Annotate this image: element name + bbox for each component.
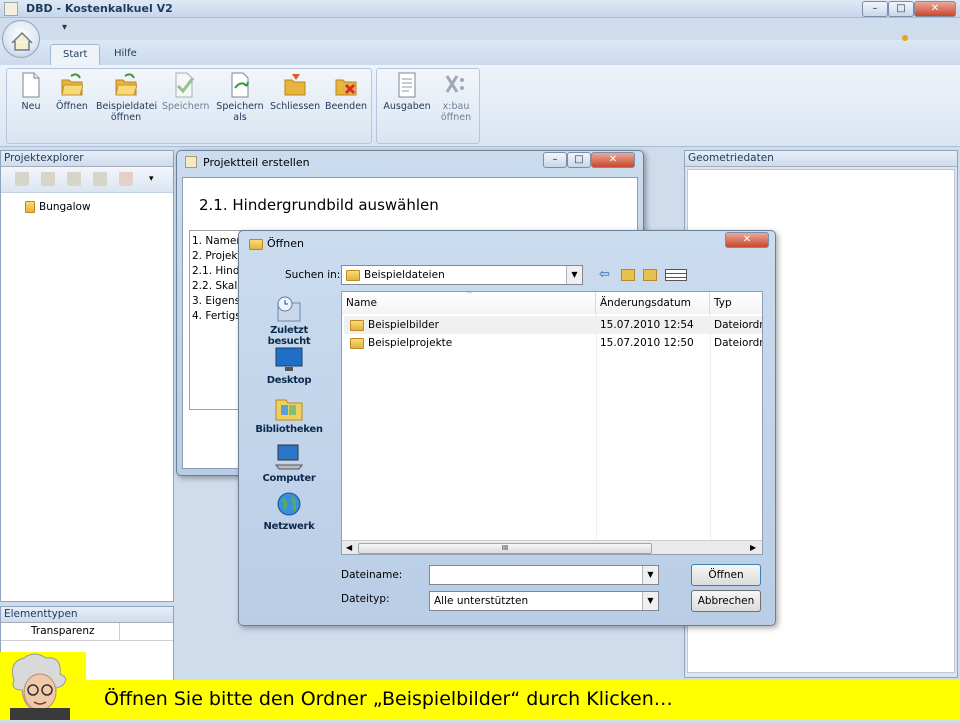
place-network[interactable]: Netzwerk — [249, 491, 329, 532]
maximize-button[interactable]: □ — [567, 152, 591, 168]
dialog-folder-icon — [249, 237, 263, 250]
computer-icon — [275, 444, 303, 470]
projektexplorer-title: Projektexplorer — [1, 151, 173, 167]
house-icon — [11, 31, 33, 51]
desktop-icon — [275, 347, 303, 371]
horizontal-scrollbar[interactable]: ◀ III ▶ — [342, 540, 762, 554]
lookin-label: Suchen in: — [285, 269, 341, 281]
open-button[interactable]: Öffnen — [50, 70, 94, 134]
close-folder-icon — [284, 74, 306, 96]
toolbar-icon[interactable] — [93, 172, 107, 186]
minimize-button[interactable]: – — [862, 1, 888, 17]
open-example-button[interactable]: Beispieldatei öffnen — [96, 70, 157, 134]
libraries-icon — [275, 399, 303, 421]
new-document-icon — [22, 72, 40, 98]
professor-avatar — [0, 652, 86, 720]
projektteil-title: Projektteil erstellen — [203, 156, 310, 169]
open-folder-icon — [115, 73, 137, 96]
professor-avatar-icon — [10, 653, 70, 720]
projektexplorer-panel: Projektexplorer ▾ Bungalow — [0, 150, 174, 602]
app-title: DBD - Kostenkalkuel V2 — [26, 2, 173, 15]
exit-button[interactable]: Beenden — [324, 70, 368, 134]
chevron-down-icon: ▼ — [642, 592, 658, 610]
cancel-button[interactable]: Abbrechen — [691, 590, 761, 612]
filename-label: Dateiname: — [341, 569, 403, 581]
toolbar-icon[interactable] — [67, 172, 81, 186]
output-button[interactable]: Ausgaben — [382, 70, 432, 134]
place-recent[interactable]: Zuletzt besucht — [249, 295, 329, 347]
chevron-down-icon: ▼ — [566, 266, 582, 284]
file-list: Name ^ Änderungsdatum Typ Beispielbilder… — [341, 291, 763, 555]
step-heading: 2.1. Hindergrundbild auswählen — [199, 196, 439, 214]
new-button[interactable]: Neu — [9, 70, 53, 134]
save-as-icon — [231, 72, 249, 98]
chevron-down-icon: ▼ — [642, 566, 658, 584]
xbau-icon — [445, 75, 464, 93]
place-desktop[interactable]: Desktop — [249, 345, 329, 386]
column-header-type[interactable]: Typ — [710, 292, 762, 314]
dialog-close-button[interactable]: ✕ — [725, 232, 769, 248]
scroll-left-icon[interactable]: ◀ — [346, 543, 352, 552]
column-header-date[interactable]: Änderungsdatum — [596, 292, 710, 314]
view-menu-icon[interactable] — [665, 269, 687, 281]
place-computer[interactable]: Computer — [249, 443, 329, 484]
open-dialog: Öffnen ✕ Suchen in: Beispieldateien ▼ ⇦ … — [238, 230, 776, 626]
tree-item-bungalow[interactable]: Bungalow — [1, 193, 173, 213]
network-icon — [277, 492, 301, 516]
place-libraries[interactable]: Bibliotheken — [249, 394, 329, 435]
folder-icon — [25, 201, 35, 213]
chevron-down-icon[interactable]: ▾ — [149, 174, 154, 184]
folder-icon — [350, 337, 364, 349]
instruction-text: Öffnen Sie bitte den Ordner „Beispielbil… — [104, 688, 673, 710]
toolbar-icon[interactable] — [41, 172, 55, 186]
maximize-button[interactable]: □ — [888, 1, 914, 17]
scroll-thumb[interactable]: III — [358, 543, 652, 554]
column-transparenz[interactable]: Transparenz — [31, 625, 95, 637]
new-folder-icon[interactable] — [643, 269, 657, 281]
geometriedaten-title: Geometriedaten — [685, 151, 957, 167]
save-as-button[interactable]: Speichern als — [214, 70, 266, 134]
tab-hilfe[interactable]: Hilfe — [102, 44, 149, 66]
tab-start[interactable]: Start — [50, 44, 101, 66]
open-button[interactable]: Öffnen — [691, 564, 761, 586]
qat-dropdown[interactable]: ▾ — [62, 22, 67, 33]
filetype-select[interactable]: Alle unterstützten ▼ — [429, 591, 659, 611]
minimize-button[interactable]: – — [543, 152, 567, 168]
toolbar-icon[interactable] — [15, 172, 29, 186]
exit-icon — [335, 79, 357, 96]
xbau-open-button[interactable]: x:bau öffnen — [434, 70, 478, 134]
close-button[interactable]: ✕ — [591, 152, 635, 168]
elementtypen-title: Elementtypen — [1, 607, 173, 623]
folder-icon — [346, 269, 360, 281]
close-document-button[interactable]: Schliessen — [270, 70, 320, 134]
sort-arrow-icon: ^ — [466, 291, 473, 299]
file-row-beispielbilder[interactable]: Beispielbilder 15.07.2010 12:54 Dateiord… — [344, 316, 762, 334]
dialog-title: Öffnen — [267, 237, 304, 250]
application-menu-orb[interactable] — [2, 20, 40, 58]
filename-input[interactable]: ▼ — [429, 565, 659, 585]
save-button[interactable]: Speichern — [162, 70, 209, 134]
toolbar-icon[interactable] — [119, 172, 133, 186]
projektexplorer-toolbar: ▾ — [1, 167, 173, 193]
close-button[interactable]: ✕ — [914, 1, 956, 17]
save-check-icon — [175, 72, 195, 98]
up-folder-icon[interactable] — [621, 269, 635, 281]
file-row-beispielprojekte[interactable]: Beispielprojekte 15.07.2010 12:50 Dateio… — [344, 334, 762, 352]
scroll-right-icon[interactable]: ▶ — [750, 543, 756, 552]
window-icon — [185, 156, 197, 168]
output-document-icon — [398, 72, 416, 98]
folder-icon — [350, 319, 364, 331]
help-dot-icon — [902, 35, 908, 41]
lookin-combo[interactable]: Beispieldateien ▼ — [341, 265, 583, 285]
back-icon[interactable]: ⇦ — [599, 267, 610, 282]
elementtypen-header: Transparenz — [1, 623, 173, 641]
open-folder-icon — [61, 73, 83, 96]
places-bar: Zuletzt besucht Desktop Bibliotheken Com… — [249, 291, 335, 551]
app-icon — [4, 2, 18, 16]
recent-places-icon — [277, 296, 301, 322]
filetype-label: Dateityp: — [341, 593, 390, 605]
